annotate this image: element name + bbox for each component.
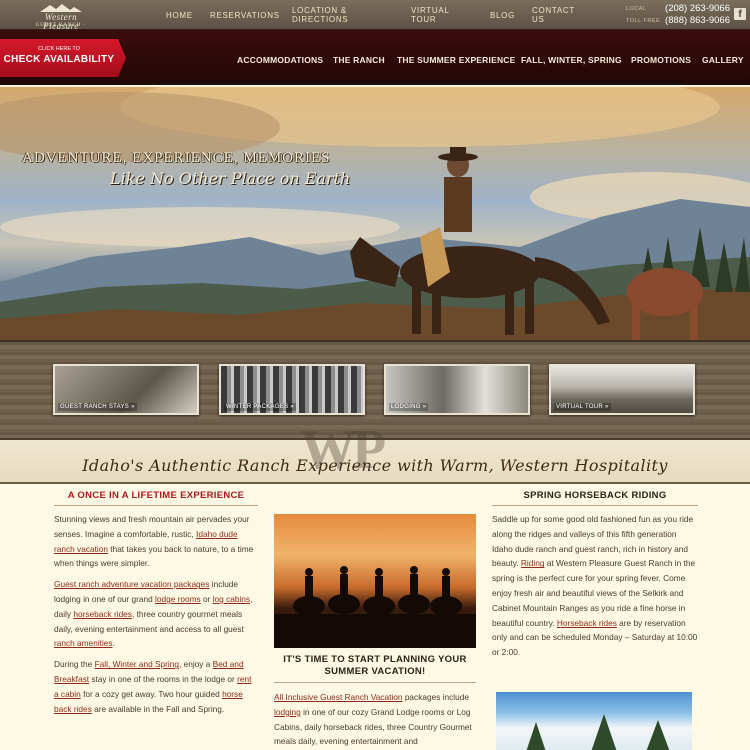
facebook-icon[interactable]: f (734, 8, 746, 20)
feature-banner: GUEST RANCH STAYS » WINTER PACKAGES » LO… (0, 340, 750, 484)
thumb-lodging[interactable]: LODGING » (384, 364, 530, 415)
link-log-cabins[interactable]: log cabins (213, 594, 250, 604)
topnav-contact[interactable]: CONTACT US (532, 0, 578, 30)
link-riding[interactable]: Riding (521, 558, 545, 568)
thumb-winter-packages[interactable]: WINTER PACKAGES » (219, 364, 365, 415)
pine-trees-icon (526, 714, 670, 750)
nav-fall-winter-spring[interactable]: FALL, WINTER, SPRING (521, 55, 622, 65)
main-nav: CLICK HERE TO CHECK AVAILABILITY ACCOMMO… (0, 30, 750, 85)
topnav-location[interactable]: LOCATION & DIRECTIONS (292, 0, 352, 30)
topnav-virtual-tour[interactable]: VIRTUAL TOUR (411, 0, 451, 30)
hero-script: Like No Other Place on Earth (110, 169, 351, 188)
experience-paragraph-3: During the Fall, Winter and Spring, enjo… (54, 659, 252, 714)
thumb-label: VIRTUAL TOUR » (554, 403, 611, 411)
wp-watermark: WP (300, 419, 386, 481)
link-vacation-packages[interactable]: Guest ranch adventure vacation packages (54, 579, 209, 589)
thumb-label: WINTER PACKAGES » (224, 403, 297, 411)
cta-small-text: CLICK HERE TO (38, 46, 80, 52)
hero-scene (0, 87, 750, 340)
check-availability-button[interactable]: CLICK HERE TO CHECK AVAILABILITY (0, 39, 126, 77)
phone-tollfree[interactable]: (888) 863-9066 (665, 15, 730, 26)
nav-the-ranch[interactable]: THE RANCH (333, 55, 385, 65)
thumb-guest-ranch-stays[interactable]: GUEST RANCH STAYS » (53, 364, 199, 415)
mountain-logo-icon (40, 4, 82, 12)
link-all-inclusive[interactable]: All Inclusive Guest Ranch Vacation (274, 692, 403, 702)
link-lodge-rooms[interactable]: lodge rooms (155, 594, 201, 604)
nav-gallery[interactable]: GALLERY (702, 55, 744, 65)
cowboys-sunset-image (274, 514, 476, 648)
nav-summer-experience[interactable]: THE SUMMER EXPERIENCE (397, 55, 516, 65)
thumb-label: LODGING » (389, 403, 429, 411)
cta-big-text: CHECK AVAILABILITY (3, 54, 115, 65)
hero-banner: ADVENTURE, EXPERIENCE, MEMORIES Like No … (0, 87, 750, 340)
spring-trees-image (496, 692, 692, 750)
column-spring: SPRING HORSEBACK RIDING Saddle up for so… (492, 484, 698, 750)
experience-heading: A ONCE IN A LIFETIME EXPERIENCE (54, 484, 258, 506)
thumb-label: GUEST RANCH STAYS » (58, 403, 137, 411)
summer-heading: IT'S TIME TO START PLANNING YOUR SUMMER … (274, 648, 476, 683)
hero-tagline: ADVENTURE, EXPERIENCE, MEMORIES (22, 150, 331, 166)
link-horseback-rides[interactable]: horseback rides (73, 609, 132, 619)
link-horseback-rides-spring[interactable]: Horseback rides (557, 618, 617, 628)
nav-accommodations[interactable]: ACCOMMODATIONS (237, 55, 323, 65)
column-experience: A ONCE IN A LIFETIME EXPERIENCE Stunning… (54, 484, 258, 716)
link-lodging[interactable]: lodging (274, 707, 301, 717)
link-ranch-amenities[interactable]: ranch amenities (54, 638, 113, 648)
phone-numbers: LOCAL (208) 263-9066 TOLL FREE (888) 863… (626, 3, 730, 27)
riders-silhouette-icon (274, 566, 476, 648)
thumb-virtual-tour[interactable]: VIRTUAL TOUR » (549, 364, 695, 415)
experience-paragraph-2: Guest ranch adventure vacation packages … (54, 579, 253, 649)
topnav-home[interactable]: HOME (166, 0, 193, 30)
nav-promotions[interactable]: PROMOTIONS (631, 55, 691, 65)
phone-local-label: LOCAL (626, 6, 647, 12)
phone-tollfree-label: TOLL FREE (626, 18, 661, 24)
link-fall-winter-spring[interactable]: Fall, Winter and Spring (95, 659, 179, 669)
summer-paragraph: All Inclusive Guest Ranch Vacation packa… (274, 692, 472, 747)
top-bar: Western Pleasure GUEST RANCH · IDAHO HOM… (0, 0, 750, 37)
spring-heading: SPRING HORSEBACK RIDING (492, 484, 698, 506)
content-area: A ONCE IN A LIFETIME EXPERIENCE Stunning… (0, 484, 750, 750)
topnav-blog[interactable]: BLOG (490, 0, 515, 30)
phone-local[interactable]: (208) 263-9066 (665, 3, 730, 14)
site-logo[interactable]: Western Pleasure GUEST RANCH · IDAHO (26, 4, 96, 37)
topnav-reservations[interactable]: RESERVATIONS (210, 0, 280, 30)
spring-paragraph: Saddle up for some good old fashioned fu… (492, 514, 698, 658)
experience-paragraph-1: Stunning views and fresh mountain air pe… (54, 514, 254, 569)
